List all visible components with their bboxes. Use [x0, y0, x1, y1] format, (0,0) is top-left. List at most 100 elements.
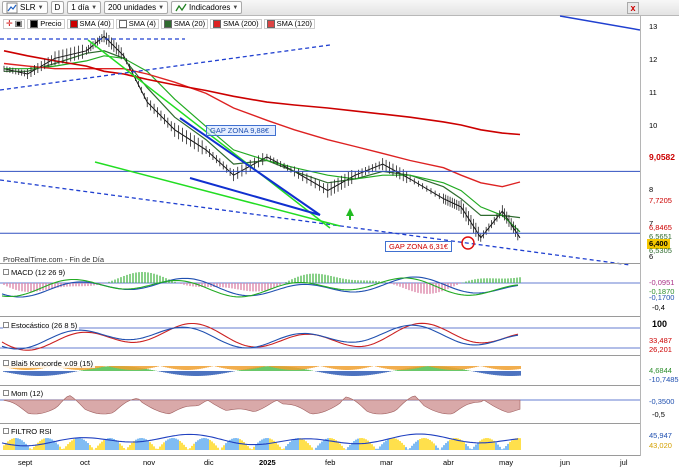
legend-sma200-label: SMA (200) — [223, 19, 259, 28]
series-line-sma-200 — [3, 50, 521, 136]
macd-title: MACD (12 26 9) — [11, 267, 66, 277]
rsi-line — [1, 433, 519, 447]
stoch-panel-title[interactable]: Estocástico (26 8 5) — [3, 320, 80, 330]
units-selector[interactable]: 200 unidades ▼ — [104, 1, 169, 14]
chevron-down-icon: ▼ — [158, 4, 165, 11]
price-tick-12: 12 — [649, 55, 658, 64]
legend-sma120-label: SMA (120) — [276, 19, 313, 28]
sma4-swatch — [118, 19, 127, 28]
legend-sma200[interactable]: SMA (200) — [210, 18, 262, 29]
x-tick-jul: jul — [620, 458, 628, 467]
sma200-value-tag: 9,0582 — [649, 152, 675, 162]
panel-divider[interactable] — [0, 385, 640, 386]
x-tick-abr: abr — [443, 458, 454, 467]
stoch-tick-100: 100 — [652, 319, 668, 329]
stoch-d-line — [1, 324, 519, 350]
panel-divider[interactable] — [0, 355, 640, 356]
sma40-swatch — [69, 19, 78, 28]
gap-zone-lower-label[interactable]: GAP ZONA 6,31€ — [385, 241, 453, 252]
stoch-title: Estocástico (26 8 5) — [11, 320, 78, 330]
panel-controls-icon — [3, 269, 9, 275]
panel-controls-icon — [3, 322, 9, 328]
legend-sma4[interactable]: SMA (4) — [115, 18, 159, 29]
rsi-title: FILTRO RSI — [11, 426, 52, 436]
data-button[interactable]: D — [50, 1, 65, 14]
macd-tag-3: -0,1700 — [649, 293, 675, 302]
blai5-tag-2: -10,7485 — [649, 375, 679, 384]
legend-sma20[interactable]: SMA (20) — [160, 18, 209, 29]
legend-sma120[interactable]: SMA (120) — [263, 18, 316, 29]
blai5-panel-title[interactable]: Blai5 Koncorde v.09 (15) — [3, 358, 95, 368]
mom-tick: -0,5 — [652, 410, 665, 419]
wedge-line — [189, 177, 321, 216]
panel-divider[interactable] — [0, 263, 640, 264]
price-tick-8: 8 — [649, 185, 654, 194]
x-tick-mar: mar — [380, 458, 393, 467]
buy-arrow-icon — [346, 208, 354, 220]
price-tick-10: 10 — [649, 121, 658, 130]
legend-sma40-label: SMA (40) — [79, 19, 111, 28]
sma40-value-tag: 6,5305 — [649, 246, 672, 255]
indicators-icon — [175, 3, 187, 11]
price-panel — [3, 30, 521, 242]
rsi-tag-2: 43,020 — [649, 441, 672, 450]
mom-panel-title[interactable]: Mom (12) — [3, 388, 46, 398]
panel-divider[interactable] — [0, 455, 640, 456]
macd-line — [1, 277, 519, 298]
settings-icon: ▣ — [14, 19, 23, 28]
sma200-swatch — [213, 19, 222, 28]
symbol-label: SLR — [20, 3, 36, 12]
x-tick-2025: 2025 — [259, 458, 276, 467]
x-tick-jun: jun — [560, 458, 571, 467]
series-line-sma-40 — [4, 55, 521, 233]
legend-sma20-label: SMA (20) — [173, 19, 206, 28]
units-label: 200 unidades — [108, 3, 157, 12]
rsi-panel-title[interactable]: FILTRO RSI — [3, 426, 54, 436]
blai5-title: Blai5 Koncorde v.09 (15) — [11, 358, 93, 368]
timeframe-selector[interactable]: 1 día ▼ — [67, 1, 102, 14]
price-chart[interactable] — [0, 0, 679, 468]
chevron-down-icon: ▼ — [232, 4, 239, 11]
legend-price[interactable]: Precio — [27, 18, 65, 29]
toolbar: SLR ▼ D 1 día ▼ 200 unidades ▼ Indicador… — [0, 0, 679, 16]
trend-lines — [0, 15, 641, 266]
x-tick-may: may — [499, 458, 514, 467]
indicator-legend: ✛ ▣ Precio SMA (40) SMA (4) SMA (20) SMA … — [3, 18, 316, 29]
panel-controls-icon — [3, 360, 9, 366]
x-tick-feb: feb — [325, 458, 336, 467]
x-tick-oct: oct — [80, 458, 91, 467]
indicators-label: Indicadores — [189, 3, 231, 12]
upper-trend-line — [0, 44, 331, 91]
green-trend-line — [94, 161, 341, 227]
legend-sma4-label: SMA (4) — [128, 19, 156, 28]
price-swatch — [30, 19, 39, 28]
macd-signal-line — [1, 276, 519, 298]
chart-icon — [6, 2, 18, 13]
x-tick-nov: nov — [143, 458, 156, 467]
price-tick-11: 11 — [649, 88, 657, 97]
x-tick-sept: sept — [18, 458, 33, 467]
gap-zone-upper-label[interactable]: GAP ZONA 9,88€ — [206, 125, 276, 136]
symbol-selector[interactable]: SLR ▼ — [2, 1, 48, 14]
gap-marker-circle — [461, 236, 475, 250]
legend-tools[interactable]: ✛ ▣ — [3, 18, 26, 29]
stoch-k-line — [1, 322, 519, 351]
x-tick-dic: dic — [204, 458, 214, 467]
mom-tag: -0,3500 — [649, 397, 675, 406]
sma120-value-tag: 7,7205 — [649, 196, 672, 205]
indicators-button[interactable]: Indicadores ▼ — [171, 1, 243, 14]
panel-divider[interactable] — [0, 316, 640, 317]
price-tick-13: 13 — [649, 22, 658, 31]
panel-divider[interactable] — [0, 423, 640, 424]
data-button-label: D — [54, 3, 61, 12]
panel-controls-icon — [3, 390, 9, 396]
legend-sma40[interactable]: SMA (40) — [66, 18, 114, 29]
price-axis-line — [640, 16, 641, 456]
close-icon[interactable]: x — [627, 2, 639, 14]
macd-panel-title[interactable]: MACD (12 26 9) — [3, 267, 68, 277]
panel-controls-icon — [3, 428, 9, 434]
chevron-down-icon: ▼ — [91, 4, 98, 11]
mom-title: Mom (12) — [11, 388, 44, 398]
sma20-swatch — [163, 19, 172, 28]
long-trend-line — [559, 15, 641, 31]
